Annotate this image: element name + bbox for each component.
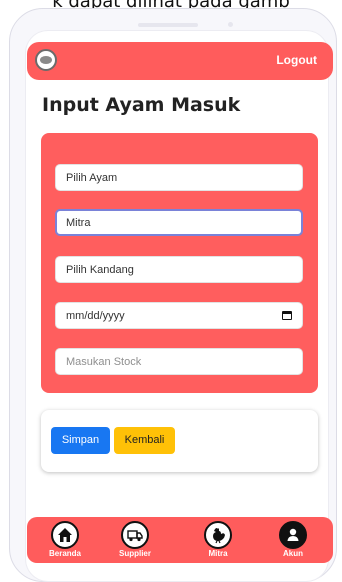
input-form-card: Pilih Ayam Mitra Pilih Kandang mm/dd/yyy… bbox=[41, 133, 318, 393]
rooster-icon bbox=[204, 521, 232, 549]
chicken-select[interactable]: Pilih Ayam bbox=[55, 164, 303, 191]
nav-item-mitra[interactable]: Mitra bbox=[189, 517, 249, 563]
top-header-bar: Logout bbox=[27, 42, 333, 80]
calendar-icon[interactable] bbox=[282, 311, 292, 320]
stock-input[interactable]: Masukan Stock bbox=[55, 348, 303, 375]
home-icon bbox=[51, 521, 79, 549]
logout-button[interactable]: Logout bbox=[276, 53, 317, 67]
back-button[interactable]: Kembali bbox=[114, 427, 175, 454]
phone-camera bbox=[228, 22, 233, 27]
date-input[interactable]: mm/dd/yyyy bbox=[55, 302, 303, 329]
bottom-nav-bar: Beranda Supplier Mitra Akun bbox=[27, 517, 333, 563]
user-icon bbox=[279, 521, 307, 549]
truck-icon bbox=[121, 521, 149, 549]
cage-select[interactable]: Pilih Kandang bbox=[55, 256, 303, 283]
nav-label-akun: Akun bbox=[283, 549, 303, 558]
action-buttons-card: Simpan Kembali bbox=[41, 410, 318, 472]
nav-item-akun[interactable]: Akun bbox=[264, 517, 324, 563]
nav-label-beranda: Beranda bbox=[48, 549, 81, 558]
page-title: Input Ayam Masuk bbox=[42, 94, 241, 116]
nav-label-mitra: Mitra bbox=[208, 549, 228, 558]
nav-label-supplier: Supplier bbox=[118, 549, 151, 558]
partner-select[interactable]: Mitra bbox=[55, 209, 303, 236]
nav-item-beranda[interactable]: Beranda bbox=[36, 517, 96, 563]
date-input-text: mm/dd/yyyy bbox=[66, 310, 125, 322]
save-button[interactable]: Simpan bbox=[51, 427, 110, 454]
nav-item-supplier[interactable]: Supplier bbox=[106, 517, 166, 563]
phone-speaker bbox=[138, 23, 198, 27]
app-logo-icon bbox=[35, 49, 57, 71]
